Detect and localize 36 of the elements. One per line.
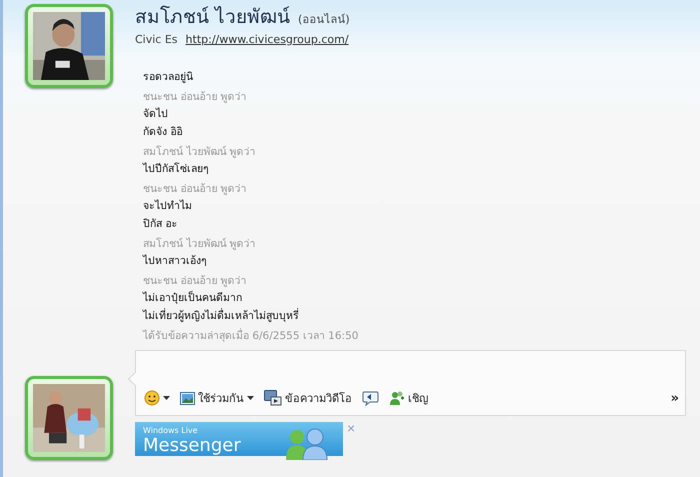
contact-name: สมโภชน์ ไวยพัฒน์ [135,6,290,28]
message-text: ไปปีกัสโซ่เลยๆ [143,162,210,177]
video-button[interactable]: ข้อความวิดีโอ [262,387,354,409]
share-button[interactable]: ใช้ร่วมกัน [178,387,256,409]
caret-icon [163,396,170,400]
message-text: ไม่เอาปุ๋ยเป็นคนดีมาก [143,290,243,306]
contact-link[interactable]: http://www.civicesgroup.com/ [186,33,349,46]
invite-people-icon [389,390,405,406]
message-text: ปิกัส อะ [143,217,178,232]
sender-label: สมโภชน์ ไวยพัฒน์ พูดว่า [143,145,257,160]
sender-label: ชนะชน อ่อนอ้าย พูดว่า [143,90,248,105]
sender-label: สมโภชน์ ไวยพัฒน์ พูดว่า [143,237,257,252]
last-received-text: ได้รับข้อความล่าสุดเมื่อ 6/6/2555 เวลา 16:50 [143,329,360,344]
message-text: จัดไป [143,106,169,122]
message-text: จะไปทำไม [143,198,193,214]
video-message-icon [264,390,282,406]
message-text: รอดวลอยู่นิ [143,70,194,85]
emoticon-button[interactable] [142,388,172,408]
more-button[interactable]: » [670,390,679,406]
smiley-icon [144,390,160,406]
sender-label: ชนะชน อ่อนอ้าย พูดว่า [143,182,248,197]
nudge-icon [362,390,379,406]
message-input-box[interactable]: ใช้ร่วมกัน ข้อความวิดีโอ เชิญ » [135,350,686,416]
input-box-tail [128,372,136,386]
message-text: ไม่เที่ยวผู้หญิงไม่ดื่มเหล้าไม่สูบบุหรี่ [143,307,300,324]
caret-icon [247,396,254,400]
ad-subtitle: Windows Live [143,426,199,435]
invite-button[interactable]: เชิญ [387,387,430,409]
image-icon [180,392,195,404]
ad-title: Messenger [143,435,241,457]
personal-message: Civic Es [135,33,178,46]
sender-label: ชนะชน อ่อนอ้าย พูดว่า [143,274,248,289]
nudge-button[interactable] [360,388,381,408]
message-text: ไปหาสาวเอ้งๆ [143,254,208,269]
contact-status: (ออนไลน์) [298,13,350,26]
message-text: กัดจัง อิอิ [143,125,184,140]
